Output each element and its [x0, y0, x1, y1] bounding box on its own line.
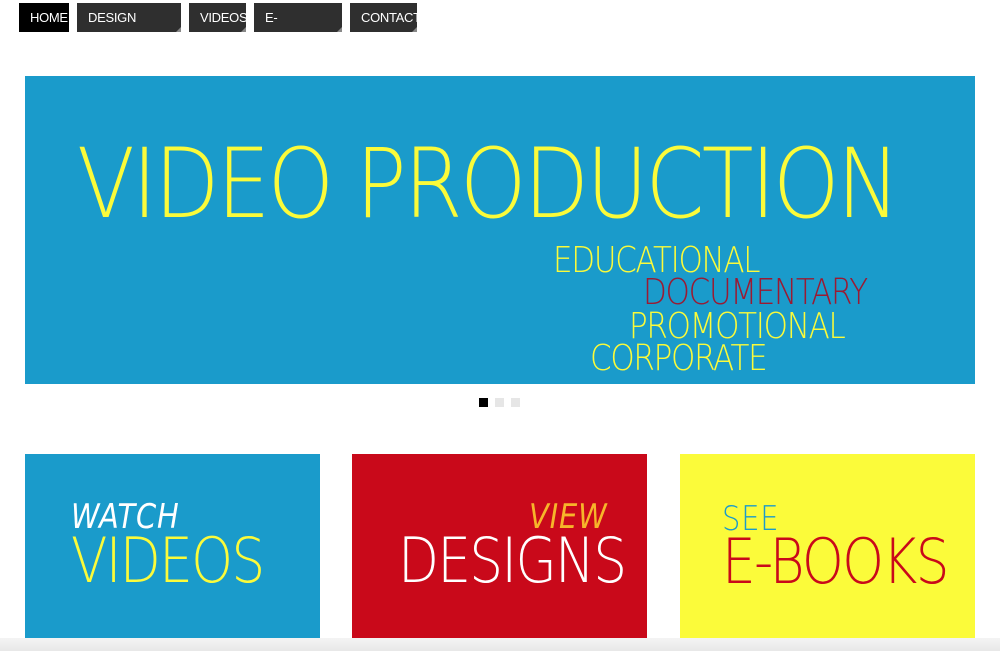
tile-ebooks-label: E-BOOKS [722, 525, 949, 598]
slider-dot-3[interactable] [511, 398, 520, 407]
nav-design-samples[interactable]: DESIGN SAMPLES [77, 3, 181, 54]
slider-dot-2[interactable] [495, 398, 504, 407]
page-bottom-edge [0, 638, 1000, 651]
nav-contact[interactable]: CONTACT [350, 3, 421, 32]
nav-home[interactable]: HOME [19, 3, 69, 32]
tile-designs-label: DESIGNS [398, 524, 627, 597]
slider-dot-1[interactable] [479, 398, 488, 407]
slide-title: VIDEO PRODUCTION [77, 128, 900, 240]
view-designs-tile[interactable]: VIEW DESIGNS [352, 454, 647, 638]
nav-e-publishing[interactable]: E-PUBLISHING [254, 3, 342, 54]
watch-videos-tile[interactable]: WATCH VIDEOS [25, 454, 320, 638]
main-nav: HOME DESIGN SAMPLES VIDEOS E-PUBLISHING … [19, 3, 421, 54]
nav-videos[interactable]: VIDEOS [189, 3, 248, 32]
hero-slider[interactable]: VIDEO PRODUCTION EDUCATIONAL DOCUMENTARY… [25, 76, 975, 384]
slide-subtitle-corporate: CORPORATE [590, 338, 768, 379]
tile-videos-label: VIDEOS [71, 524, 265, 597]
slider-pagination [479, 398, 520, 407]
see-ebooks-tile[interactable]: SEE E-BOOKS [680, 454, 975, 638]
